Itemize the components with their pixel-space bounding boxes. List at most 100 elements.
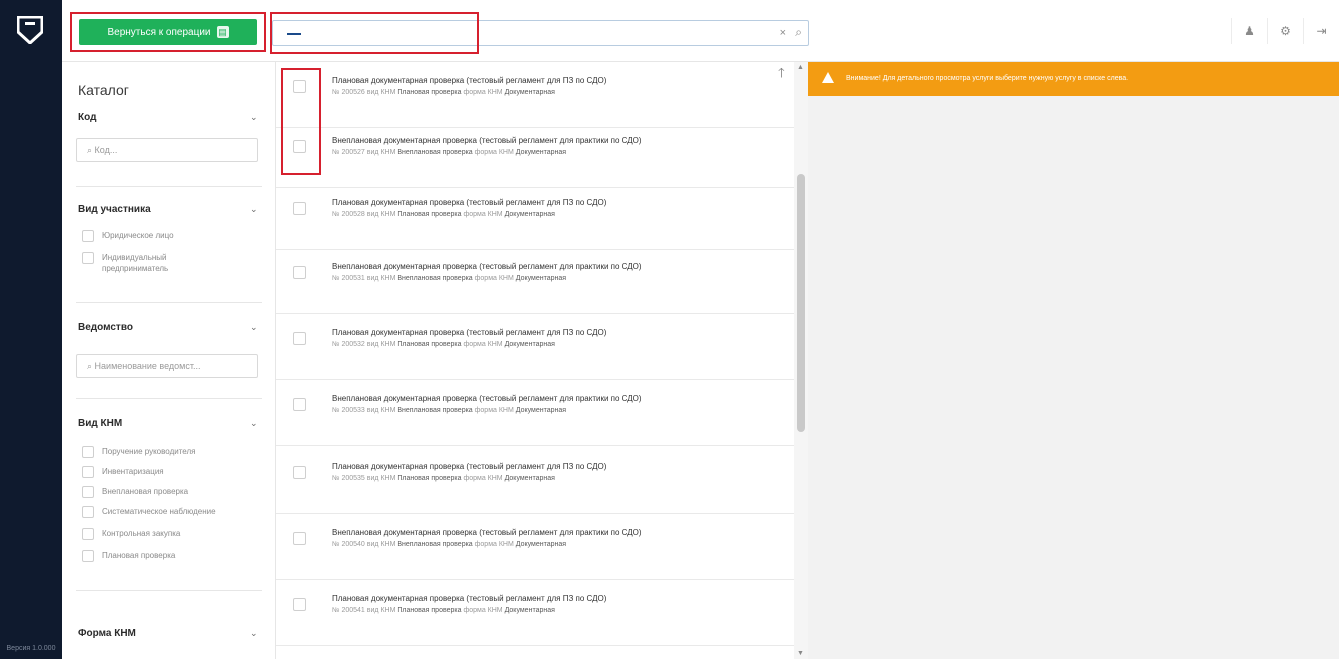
list-item[interactable]: Внеплановая документарная проверка (тест… bbox=[276, 122, 794, 188]
meta-number-prefix: № bbox=[332, 475, 340, 482]
knm-option[interactable]: Контрольная закупка bbox=[82, 528, 180, 540]
item-number: 200541 bbox=[341, 607, 365, 614]
row-checkbox[interactable] bbox=[293, 598, 306, 611]
item-title[interactable]: Плановая документарная проверка (тестовы… bbox=[332, 462, 606, 471]
checkbox[interactable] bbox=[82, 486, 94, 498]
meta-kind-label: вид КНМ bbox=[366, 407, 396, 414]
item-meta: № 200526 вид КНМ Плановая проверка форма… bbox=[332, 89, 555, 96]
scroll-up-icon[interactable]: ▲ bbox=[797, 64, 804, 71]
participant-option[interactable]: Юридическое лицо bbox=[82, 230, 174, 242]
divider bbox=[76, 590, 262, 591]
code-filter-input[interactable]: ⌕ Код... bbox=[76, 138, 258, 162]
checkbox[interactable] bbox=[82, 230, 94, 242]
item-meta: № 200540 вид КНМ Внеплановая проверка фо… bbox=[332, 541, 566, 548]
list-item[interactable]: Внеплановая документарная проверка (тест… bbox=[276, 248, 794, 314]
item-form: Документарная bbox=[515, 541, 567, 548]
list-item[interactable]: Плановая документарная проверка (тестовы… bbox=[276, 314, 794, 380]
list-item[interactable]: Плановая документарная проверка (тестовы… bbox=[276, 580, 794, 646]
meta-kind-label: вид КНМ bbox=[366, 89, 396, 96]
item-title[interactable]: Внеплановая документарная проверка (тест… bbox=[332, 136, 642, 145]
catalog-title: Каталог bbox=[78, 82, 129, 98]
checkbox[interactable] bbox=[82, 252, 94, 264]
item-meta: № 200527 вид КНМ Внеплановая проверка фо… bbox=[332, 149, 566, 156]
chevron-down-icon[interactable]: ⌄ bbox=[250, 112, 258, 123]
item-title[interactable]: Внеплановая документарная проверка (тест… bbox=[332, 394, 642, 403]
user-icon[interactable]: ♟ bbox=[1231, 18, 1267, 44]
checkbox[interactable] bbox=[82, 446, 94, 458]
row-checkbox[interactable] bbox=[293, 398, 306, 411]
option-label: Юридическое лицо bbox=[102, 231, 174, 240]
checkbox-highlight bbox=[281, 68, 321, 175]
checkbox[interactable] bbox=[82, 466, 94, 478]
list-item[interactable]: Внеплановая документарная проверка (тест… bbox=[276, 514, 794, 580]
knm-option[interactable]: Поручение руководителя bbox=[82, 446, 195, 458]
app-window: Версия 1.0.000 Вернуться к операции ▤ × … bbox=[0, 0, 1339, 659]
chevron-down-icon[interactable]: ⌄ bbox=[250, 418, 258, 429]
chevron-down-icon[interactable]: ⌄ bbox=[250, 322, 258, 333]
meta-form-label: форма КНМ bbox=[474, 407, 514, 414]
option-label: Индивидуальный предприниматель bbox=[102, 252, 168, 274]
row-checkbox[interactable] bbox=[293, 332, 306, 345]
meta-number-prefix: № bbox=[332, 211, 340, 218]
chevron-down-icon[interactable]: ⌄ bbox=[250, 204, 258, 215]
services-list: Плановая документарная проверка (тестовы… bbox=[276, 62, 794, 659]
list-item[interactable]: Плановая документарная проверка (тестовы… bbox=[276, 448, 794, 514]
row-checkbox[interactable] bbox=[293, 202, 306, 215]
item-meta: № 200532 вид КНМ Плановая проверка форма… bbox=[332, 341, 555, 348]
item-form: Документарная bbox=[504, 607, 555, 614]
item-form: Документарная bbox=[515, 275, 567, 282]
meta-form-label: форма КНМ bbox=[463, 607, 503, 614]
chevron-down-icon[interactable]: ⌄ bbox=[250, 628, 258, 639]
warning-text: Внимание! Для детального просмотра услуг… bbox=[846, 75, 1129, 82]
settings-icon[interactable]: ⚙ bbox=[1267, 18, 1303, 44]
meta-kind-label: вид КНМ bbox=[366, 341, 396, 348]
checkbox[interactable] bbox=[82, 550, 94, 562]
option-label: Инвентаризация bbox=[102, 467, 164, 476]
item-title[interactable]: Плановая документарная проверка (тестовы… bbox=[332, 76, 606, 85]
meta-kind-label: вид КНМ bbox=[366, 541, 396, 548]
item-form: Документарная bbox=[515, 149, 567, 156]
item-title[interactable]: Плановая документарная проверка (тестовы… bbox=[332, 594, 606, 603]
row-checkbox[interactable] bbox=[293, 532, 306, 545]
scroll-down-icon[interactable]: ▼ bbox=[797, 650, 804, 657]
agency-filter-label: Ведомство bbox=[78, 322, 133, 333]
item-title[interactable]: Внеплановая документарная проверка (тест… bbox=[332, 262, 642, 271]
list-item[interactable]: Плановая документарная проверка (тестовы… bbox=[276, 184, 794, 250]
checkbox[interactable] bbox=[82, 528, 94, 540]
scrollbar-thumb[interactable] bbox=[797, 174, 805, 432]
arrow-up-icon[interactable]: 🡑 bbox=[778, 64, 785, 86]
item-kind: Плановая проверка bbox=[397, 341, 462, 348]
item-title[interactable]: Плановая документарная проверка (тестовы… bbox=[332, 198, 606, 207]
option-label: Систематическое наблюдение bbox=[102, 507, 216, 516]
knm-option[interactable]: Инвентаризация bbox=[82, 466, 164, 478]
item-title[interactable]: Плановая документарная проверка (тестовы… bbox=[332, 328, 606, 337]
knm-option[interactable]: Плановая проверка bbox=[82, 550, 175, 562]
participant-option[interactable]: Индивидуальный предприниматель bbox=[82, 252, 168, 274]
back-to-operation-button[interactable]: Вернуться к операции ▤ bbox=[79, 19, 257, 45]
app-logo-icon[interactable] bbox=[17, 16, 43, 44]
search-icon: ⌕ bbox=[87, 145, 95, 155]
form-filter-label: Форма КНМ bbox=[78, 628, 136, 639]
meta-kind-label: вид КНМ bbox=[366, 607, 396, 614]
meta-number-prefix: № bbox=[332, 149, 340, 156]
back-button-label: Вернуться к операции bbox=[107, 26, 211, 38]
item-number: 200531 bbox=[341, 275, 365, 282]
knm-option[interactable]: Систематическое наблюдение bbox=[82, 506, 216, 518]
list-item[interactable]: Внеплановая документарная проверка (тест… bbox=[276, 380, 794, 446]
clear-search-icon[interactable]: × bbox=[780, 27, 786, 39]
row-checkbox[interactable] bbox=[293, 266, 306, 279]
logout-icon[interactable]: ⇥ bbox=[1303, 18, 1339, 44]
item-title[interactable]: Внеплановая документарная проверка (тест… bbox=[332, 528, 642, 537]
search-icon[interactable]: ⌕ bbox=[795, 25, 802, 40]
row-checkbox[interactable] bbox=[293, 466, 306, 479]
knm-option[interactable]: Внеплановая проверка bbox=[82, 486, 188, 498]
list-item[interactable]: Плановая документарная проверка (тестовы… bbox=[276, 62, 794, 128]
item-kind: Плановая проверка bbox=[397, 211, 462, 218]
meta-form-label: форма КНМ bbox=[463, 211, 503, 218]
item-meta: № 200535 вид КНМ Плановая проверка форма… bbox=[332, 475, 555, 482]
meta-kind-label: вид КНМ bbox=[366, 275, 396, 282]
option-label-line: предприниматель bbox=[102, 264, 169, 273]
list-scrollbar[interactable]: ▲ ▼ bbox=[794, 62, 808, 659]
agency-filter-input[interactable]: ⌕ Наименование ведомст... bbox=[76, 354, 258, 378]
checkbox[interactable] bbox=[82, 506, 94, 518]
